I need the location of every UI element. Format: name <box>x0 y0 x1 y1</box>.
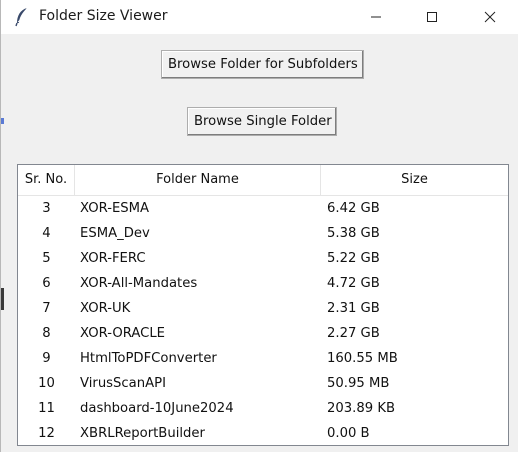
minimize-icon <box>371 16 381 18</box>
cell-sr-no: 3 <box>42 201 51 216</box>
cell-sr-no: 11 <box>38 401 55 416</box>
browse-subfolders-button[interactable]: Browse Folder for Subfolders <box>161 50 364 79</box>
cell-sr-no: 10 <box>38 376 55 391</box>
column-header-sr-no[interactable]: Sr. No. <box>18 165 75 195</box>
window-title: Folder Size Viewer <box>39 8 168 24</box>
cell-folder-name: XOR-ESMA <box>80 201 150 216</box>
browse-single-folder-button[interactable]: Browse Single Folder <box>187 107 337 136</box>
table-row[interactable]: 7 XOR-UK 2.31 GB <box>18 296 508 321</box>
table-row[interactable]: 9 HtmlToPDFConverter 160.55 MB <box>18 346 508 371</box>
cell-sr-no: 4 <box>42 226 51 241</box>
cell-size: 4.72 GB <box>327 276 380 291</box>
cell-folder-name: XOR-ORACLE <box>80 326 166 341</box>
cell-size: 2.31 GB <box>327 301 380 316</box>
background-window-edge <box>1 118 4 124</box>
table-row[interactable]: 5 XOR-FERC 5.22 GB <box>18 246 508 271</box>
cell-sr-no: 8 <box>42 326 51 341</box>
table-header: Sr. No. Folder Name Size <box>18 165 508 196</box>
app-window: Folder Size Viewer Browse Folder for Sub… <box>0 0 518 452</box>
column-header-folder-name[interactable]: Folder Name <box>75 165 321 195</box>
cell-folder-name: ESMA_Dev <box>80 226 150 241</box>
cell-sr-no: 9 <box>42 351 51 366</box>
cell-folder-name: XOR-UK <box>80 301 131 316</box>
cell-folder-name: VirusScanAPI <box>80 376 166 391</box>
minimize-button[interactable] <box>353 0 399 34</box>
cell-size: 0.00 B <box>327 426 370 441</box>
cell-folder-name: dashboard-10June2024 <box>80 401 234 416</box>
table-row[interactable]: 11 dashboard-10June2024 203.89 KB <box>18 396 508 421</box>
table-row[interactable]: 6 XOR-All-Mandates 4.72 GB <box>18 271 508 296</box>
table-row[interactable]: 4 ESMA_Dev 5.38 GB <box>18 221 508 246</box>
column-header-size[interactable]: Size <box>321 165 508 195</box>
folder-size-table[interactable]: Sr. No. Folder Name Size 3 XOR-ESMA 6.42… <box>17 164 509 446</box>
close-icon <box>484 11 496 23</box>
cell-size: 5.38 GB <box>327 226 380 241</box>
cell-size: 6.42 GB <box>327 201 380 216</box>
title-bar[interactable]: Folder Size Viewer <box>1 0 518 34</box>
table-row[interactable]: 3 XOR-ESMA 6.42 GB <box>18 196 508 221</box>
cell-sr-no: 5 <box>42 251 51 266</box>
cell-size: 160.55 MB <box>327 351 398 366</box>
maximize-button[interactable] <box>409 0 455 34</box>
table-row[interactable]: 10 VirusScanAPI 50.95 MB <box>18 371 508 396</box>
table-body: 3 XOR-ESMA 6.42 GB 4 ESMA_Dev 5.38 GB 5 … <box>18 196 508 445</box>
cell-folder-name: XOR-All-Mandates <box>80 276 198 291</box>
table-row[interactable]: 12 XBRLReportBuilder 0.00 B <box>18 421 508 445</box>
cell-size: 2.27 GB <box>327 326 380 341</box>
cell-sr-no: 12 <box>38 426 55 441</box>
cell-folder-name: XOR-FERC <box>80 251 146 266</box>
cell-size: 5.22 GB <box>327 251 380 266</box>
table-row[interactable]: 8 XOR-ORACLE 2.27 GB <box>18 321 508 346</box>
cell-sr-no: 6 <box>42 276 51 291</box>
close-button[interactable] <box>467 0 513 34</box>
background-window-edge <box>1 288 4 310</box>
cell-folder-name: HtmlToPDFConverter <box>80 351 217 366</box>
cell-size: 50.95 MB <box>327 376 390 391</box>
maximize-icon <box>427 12 437 22</box>
cell-size: 203.89 KB <box>327 401 396 416</box>
cell-folder-name: XBRLReportBuilder <box>80 426 205 441</box>
feather-icon <box>14 7 30 27</box>
cell-sr-no: 7 <box>42 301 51 316</box>
